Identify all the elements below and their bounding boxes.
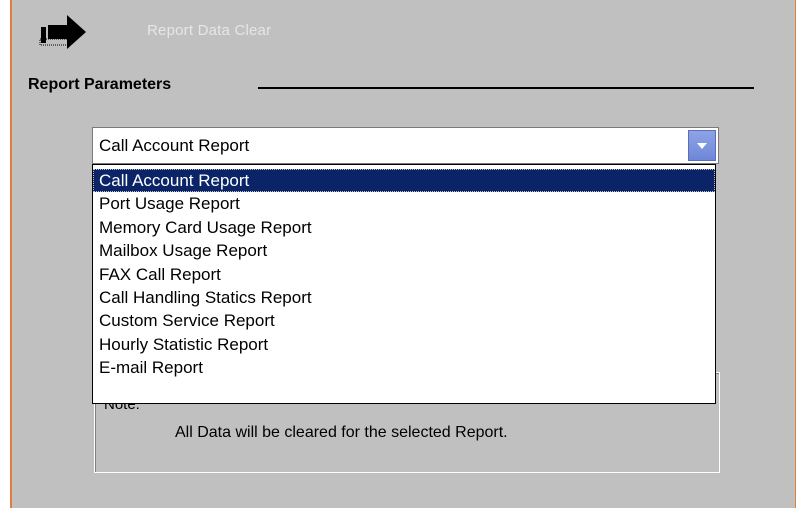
header-title: Report Data Clear xyxy=(147,22,272,39)
section-title: Report Parameters xyxy=(28,76,172,93)
report-select[interactable]: Call Account Report xyxy=(92,127,719,164)
dropdown-option[interactable]: FAX Call Report xyxy=(93,263,715,286)
chevron-down-icon[interactable] xyxy=(688,130,716,161)
dropdown-option[interactable]: Port Usage Report xyxy=(93,192,715,215)
dropdown-option[interactable]: E-mail Report xyxy=(93,356,715,379)
section-divider xyxy=(258,87,754,89)
note-text: All Data will be cleared for the selecte… xyxy=(175,424,508,441)
dropdown-option[interactable]: Hourly Statistic Report xyxy=(93,333,715,356)
dropdown-option[interactable]: Call Account Report xyxy=(93,169,715,193)
dropdown-option[interactable]: Call Handling Statics Report xyxy=(93,286,715,309)
report-dropdown-list[interactable]: Call Account Report Port Usage Report Me… xyxy=(92,164,716,404)
dropdown-option[interactable]: Mailbox Usage Report xyxy=(93,239,715,262)
dropdown-option[interactable]: Custom Service Report xyxy=(93,309,715,332)
arrow-right-icon xyxy=(39,15,86,49)
dropdown-option[interactable]: Memory Card Usage Report xyxy=(93,216,715,239)
report-clear-panel: Report Data Clear Report Parameters Note… xyxy=(10,0,796,508)
report-select-value: Call Account Report xyxy=(99,136,250,155)
